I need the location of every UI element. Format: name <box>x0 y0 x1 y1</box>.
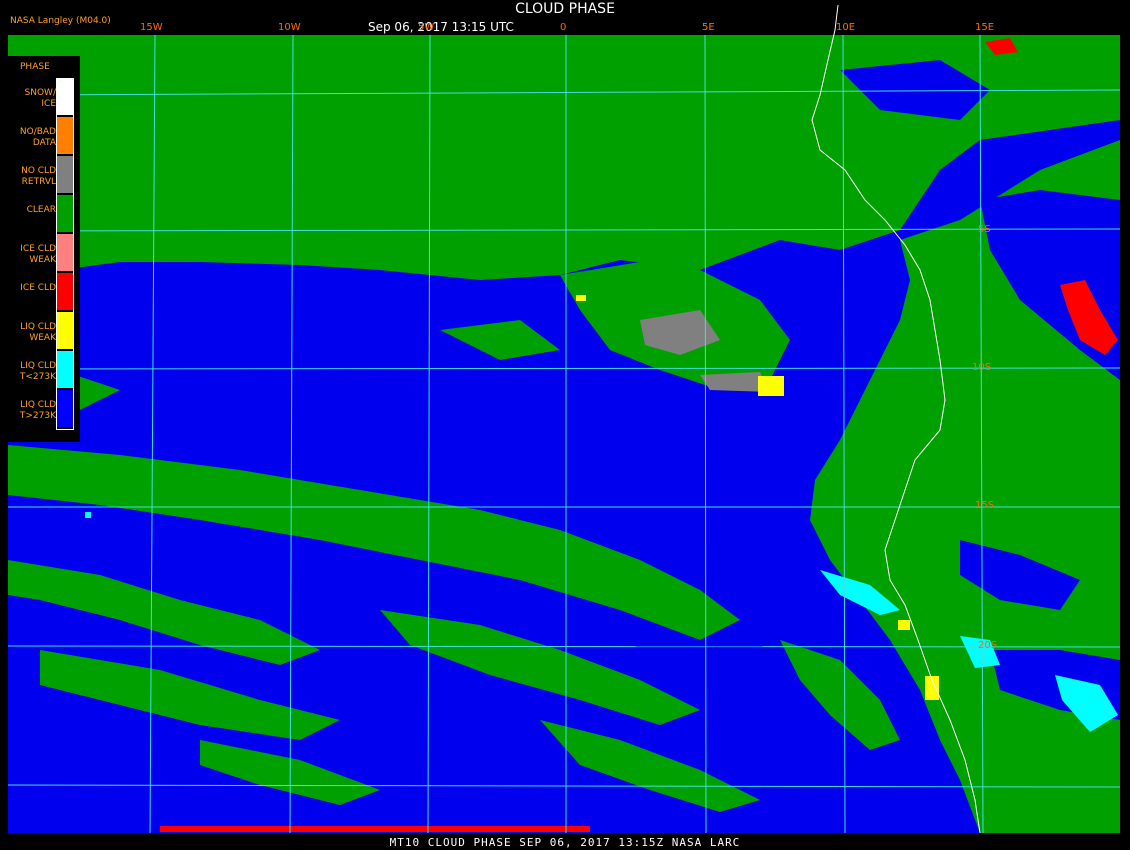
cloud-phase-map <box>0 4 1130 850</box>
lon-label-15w: 15W <box>140 22 163 33</box>
org-label: NASA Langley (M04.0) <box>10 16 111 26</box>
legend-label: SNOW/ ICE <box>24 88 56 109</box>
legend-title: PHASE <box>20 62 50 72</box>
legend-label: ICE CLD WEAK <box>20 244 56 265</box>
legend-label: LIQ CLD T<273K <box>19 361 56 382</box>
map-title: CLOUD PHASE <box>515 1 615 17</box>
lon-label-10w: 10W <box>278 22 301 33</box>
lon-label-0: 0 <box>560 22 567 33</box>
lat-label-10s: 10S <box>972 362 992 373</box>
lon-label-15e: 15E <box>975 22 995 33</box>
lon-label-5w: 5W <box>418 22 435 33</box>
lon-label-10e: 10E <box>836 22 856 33</box>
lat-label-15s: 15S <box>975 500 995 511</box>
footer-caption: MT10 CLOUD PHASE SEP 06, 2017 13:15Z NAS… <box>389 836 741 849</box>
legend-label: NO CLD RETRVL <box>21 166 56 187</box>
legend-label: NO/BAD DATA <box>19 127 56 148</box>
phase-legend: PHASE SNOW/ ICE NO/BAD DATA NO CLD RETRVL C… <box>8 56 80 442</box>
lat-label-5s: 5S <box>978 224 991 235</box>
lon-label-5e: 5E <box>702 22 715 33</box>
map-date: Sep 06, 2017 13:15 UTC <box>368 20 514 34</box>
legend-label: LIQ CLD WEAK <box>20 322 56 343</box>
legend-label: ICE CLD <box>20 283 56 293</box>
legend-border <box>56 78 74 430</box>
lat-label-20s: 20S <box>978 640 998 651</box>
legend-label: LIQ CLD T>273K <box>19 400 56 421</box>
legend-label: CLEAR <box>26 205 56 215</box>
